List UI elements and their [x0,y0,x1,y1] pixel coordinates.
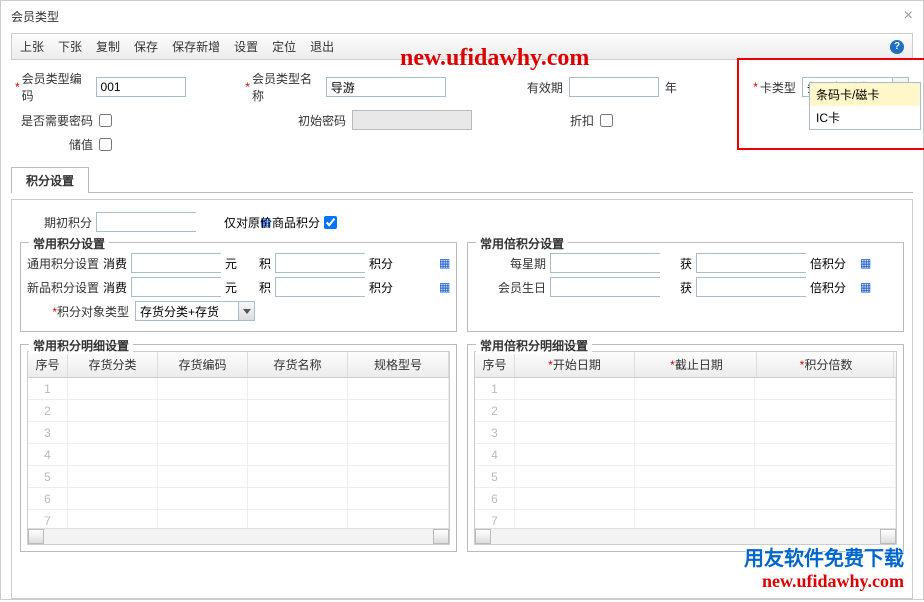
legend-multi-points: 常用倍积分设置 [476,235,568,252]
member-type-code-input[interactable] [96,77,186,97]
label-earn: 积 [259,279,271,296]
unit-yuan: 元 [225,279,237,296]
label-valid-period: 有效期 [527,79,563,96]
label-earn: 积 [259,255,271,272]
target-type-value: 存货分类+存货 [136,303,238,320]
calendar-icon[interactable]: ▦ [439,254,450,272]
col-multi: 积分倍数 [759,352,894,377]
label-consume: 消费 [103,255,127,272]
toolbar-next[interactable]: 下张 [58,38,82,55]
row-num: 1 [28,378,68,399]
label-consume: 消费 [103,279,127,296]
target-type-combo[interactable]: 存货分类+存货 [135,301,255,321]
window-title: 会员类型 [11,8,59,25]
card-type-option-ic[interactable]: IC卡 [810,106,920,129]
card-type-option-barcode[interactable]: 条码卡/磁卡 [810,83,920,106]
row-num: 7 [28,510,68,528]
unit-multi: 倍积分 [810,255,846,272]
valid-period-input[interactable] [569,77,659,97]
close-icon[interactable]: × [904,7,913,25]
label-need-password: 是否需要密码 [21,112,93,129]
discount-checkbox[interactable] [600,114,613,127]
toolbar-prev[interactable]: 上张 [20,38,44,55]
toolbar: 上张 下张 复制 保存 保存新增 设置 定位 退出 ? [11,33,913,60]
col-index: 序号 [475,352,515,377]
row-num: 2 [475,400,515,421]
legend-common-detail: 常用积分明细设置 [29,337,133,354]
newprod-earn-input[interactable] [276,278,439,296]
label-earn: 获 [680,255,692,272]
label-new-product-points: 新品积分设置 [27,279,99,296]
tab-points-settings[interactable]: 积分设置 [11,167,89,193]
only-original-price-checkbox[interactable] [324,216,337,229]
label-card-type: 卡类型 [760,79,796,96]
toolbar-settings[interactable]: 设置 [234,38,258,55]
toolbar-locate[interactable]: 定位 [272,38,296,55]
label-init-password: 初始密码 [298,112,346,129]
row-num: 2 [28,400,68,421]
label-general-points: 通用积分设置 [27,255,99,272]
toolbar-copy[interactable]: 复制 [96,38,120,55]
col-start-date: 开始日期 [515,352,635,377]
fieldset-common-detail: 常用积分明细设置 序号 存货分类 存货编码 存货名称 规格型号 1 2 3 [20,344,457,552]
help-icon[interactable]: ? [890,40,904,54]
card-type-dropdown[interactable]: 条码卡/磁卡 IC卡 [809,82,921,130]
label-only-original-price: 仅对原价商品积分 [224,214,320,231]
row-num: 5 [475,466,515,487]
init-password-input [352,110,472,130]
label-target-type: 积分对象类型 [27,303,129,320]
grid-body[interactable]: 1 2 3 4 5 6 7 [475,378,896,528]
toolbar-exit[interactable]: 退出 [310,38,334,55]
row-num: 6 [475,488,515,509]
col-spec: 规格型号 [348,352,449,377]
general-earn-input[interactable] [276,254,439,272]
unit-points: 积分 [369,255,393,272]
need-password-checkbox[interactable] [99,114,112,127]
row-num: 6 [28,488,68,509]
scrollbar[interactable] [28,528,449,544]
row-num: 1 [475,378,515,399]
row-num: 3 [28,422,68,443]
fieldset-common-points: 常用积分设置 通用积分设置 消费 ▦ 元 积 ▦ 积分 新品积分设置 消费 [20,242,457,332]
label-birthday: 会员生日 [474,279,546,296]
fieldset-multi-detail: 常用倍积分明细设置 序号 开始日期 截止日期 积分倍数 1 2 3 4 [467,344,904,552]
calendar-icon[interactable]: ▦ [439,278,450,296]
col-end-date: 截止日期 [637,352,757,377]
stored-checkbox[interactable] [99,138,112,151]
grid-common-detail: 序号 存货分类 存货编码 存货名称 规格型号 1 2 3 4 5 6 [27,351,450,545]
label-member-type-code: 会员类型编码 [22,70,90,104]
row-num: 7 [475,510,515,528]
grid-multi-detail: 序号 开始日期 截止日期 积分倍数 1 2 3 4 5 6 7 [474,351,897,545]
row-num: 5 [28,466,68,487]
toolbar-save[interactable]: 保存 [134,38,158,55]
col-stock-class: 存货分类 [68,352,158,377]
col-stock-code: 存货编码 [158,352,248,377]
chevron-down-icon[interactable] [238,302,254,320]
col-index: 序号 [28,352,68,377]
label-weekly: 每星期 [474,255,546,272]
row-num: 4 [475,444,515,465]
unit-multi: 倍积分 [810,279,846,296]
initial-points-input-wrap: ▦ [96,212,196,232]
toolbar-save-new[interactable]: 保存新增 [172,38,220,55]
grid-body[interactable]: 1 2 3 4 5 6 7 [28,378,449,528]
label-initial-points: 期初积分 [20,214,92,231]
calendar-icon[interactable]: ▦ [860,278,871,296]
legend-common-points: 常用积分设置 [29,235,109,252]
calendar-icon[interactable]: ▦ [860,254,871,272]
unit-yuan: 元 [225,255,237,272]
label-member-type-name: 会员类型名称 [252,70,320,104]
label-earn: 获 [680,279,692,296]
col-stock-name: 存货名称 [248,352,348,377]
row-num: 3 [475,422,515,443]
scrollbar[interactable] [475,528,896,544]
label-discount: 折扣 [570,112,594,129]
unit-year: 年 [665,79,677,96]
unit-points: 积分 [369,279,393,296]
legend-multi-detail: 常用倍积分明细设置 [476,337,592,354]
fieldset-multi-points: 常用倍积分设置 每星期 🔍 获 ▦ 倍积分 会员生日 ▦ 获 ▦ [467,242,904,332]
row-num: 4 [28,444,68,465]
member-type-name-input[interactable] [326,77,446,97]
label-stored: 储值 [69,136,93,153]
